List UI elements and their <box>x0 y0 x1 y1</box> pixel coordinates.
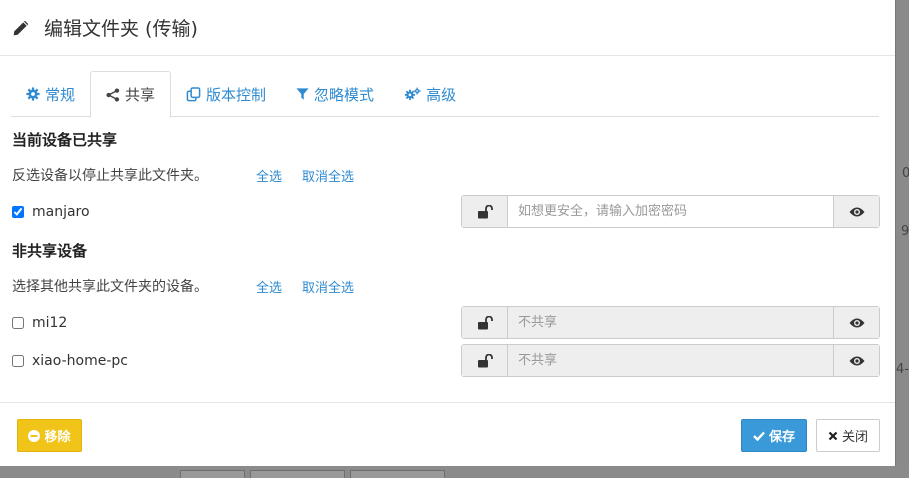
tab-advanced[interactable]: 高级 <box>389 71 471 117</box>
device-password-input <box>508 345 833 376</box>
save-button[interactable]: 保存 <box>741 419 807 452</box>
show-password-button[interactable] <box>833 345 879 376</box>
remove-button[interactable]: 移除 <box>17 419 82 452</box>
device-row-xiao-home-pc[interactable]: xiao-home-pc <box>12 353 128 369</box>
tab-label: 共享 <box>125 86 156 104</box>
unlock-icon <box>477 353 493 367</box>
check-icon <box>753 431 765 441</box>
eye-icon <box>849 356 864 365</box>
background-text: 0 <box>902 166 909 181</box>
eye-icon <box>849 318 864 327</box>
device-name: mi12 <box>32 315 68 331</box>
background-text: 9 <box>901 224 909 239</box>
save-button-label: 保存 <box>768 430 795 445</box>
filter-icon <box>296 88 309 100</box>
cogs-icon <box>404 87 421 100</box>
lock-button[interactable] <box>462 196 508 227</box>
device-password-group <box>461 344 880 377</box>
tab-label: 忽略模式 <box>314 85 375 104</box>
device-checkbox[interactable] <box>12 206 24 218</box>
copy-icon <box>186 86 201 101</box>
close-icon <box>828 431 838 440</box>
device-password-input <box>508 307 833 338</box>
unshared-devices-heading: 非共享设备 <box>12 242 88 260</box>
unlock-icon <box>477 315 493 329</box>
dialog-title: 编辑文件夹 (传输) <box>44 18 198 40</box>
unshared-devices-hint: 选择其他共享此文件夹的设备。 <box>12 279 208 295</box>
device-checkbox[interactable] <box>12 355 24 367</box>
background-button <box>250 470 345 478</box>
tab-sharing[interactable]: 共享 <box>90 71 172 118</box>
tab-general[interactable]: 常规 <box>11 71 90 117</box>
device-name: xiao-home-pc <box>32 353 128 369</box>
background-button <box>350 470 445 478</box>
device-name: manjaro <box>32 204 90 220</box>
close-button-label: 关闭 <box>841 430 868 445</box>
share-icon <box>106 87 120 102</box>
tab-versioning[interactable]: 版本控制 <box>171 71 281 117</box>
show-password-button[interactable] <box>833 196 879 227</box>
device-checkbox[interactable] <box>12 317 24 329</box>
minus-circle-icon <box>28 429 41 442</box>
dialog-footer: 移除 保存 关闭 <box>0 402 895 466</box>
device-row-manjaro[interactable]: manjaro <box>12 204 90 220</box>
shared-deselect-all-link[interactable]: 取消全选 <box>302 166 354 185</box>
device-row-mi12[interactable]: mi12 <box>12 315 67 331</box>
lock-button[interactable] <box>462 345 508 376</box>
tab-label: 常规 <box>45 85 76 104</box>
shared-devices-hint: 反选设备以停止共享此文件夹。 <box>12 168 208 184</box>
lock-button[interactable] <box>462 307 508 338</box>
tab-label: 高级 <box>426 85 457 104</box>
unlock-icon <box>477 204 493 218</box>
shared-devices-heading: 当前设备已共享 <box>12 131 118 149</box>
background-strip <box>896 0 909 478</box>
tab-ignore-patterns[interactable]: 忽略模式 <box>281 71 389 117</box>
close-button[interactable]: 关闭 <box>816 419 880 452</box>
gear-icon <box>26 87 40 101</box>
remove-button-label: 移除 <box>44 430 71 445</box>
show-password-button[interactable] <box>833 307 879 338</box>
device-password-input[interactable] <box>508 196 833 227</box>
unshared-select-all-link[interactable]: 全选 <box>256 277 282 296</box>
background-bottom <box>0 466 909 478</box>
tab-label: 版本控制 <box>206 85 267 104</box>
eye-icon <box>849 207 864 216</box>
device-password-group <box>461 195 880 228</box>
shared-select-all-link[interactable]: 全选 <box>256 166 282 185</box>
dialog-header: 编辑文件夹 (传输) <box>0 0 895 56</box>
tab-bar: 常规 共享 版本控制 忽略模式 高级 <box>11 71 879 118</box>
background-text: 4- <box>896 362 909 377</box>
unshared-deselect-all-link[interactable]: 取消全选 <box>302 277 354 296</box>
pencil-icon <box>13 20 29 35</box>
background-button <box>180 470 245 478</box>
edit-folder-dialog: 编辑文件夹 (传输) 常规 共享 版本控制 忽略模式 高级 当前设备已共享 反选… <box>0 0 896 466</box>
device-password-group <box>461 306 880 339</box>
